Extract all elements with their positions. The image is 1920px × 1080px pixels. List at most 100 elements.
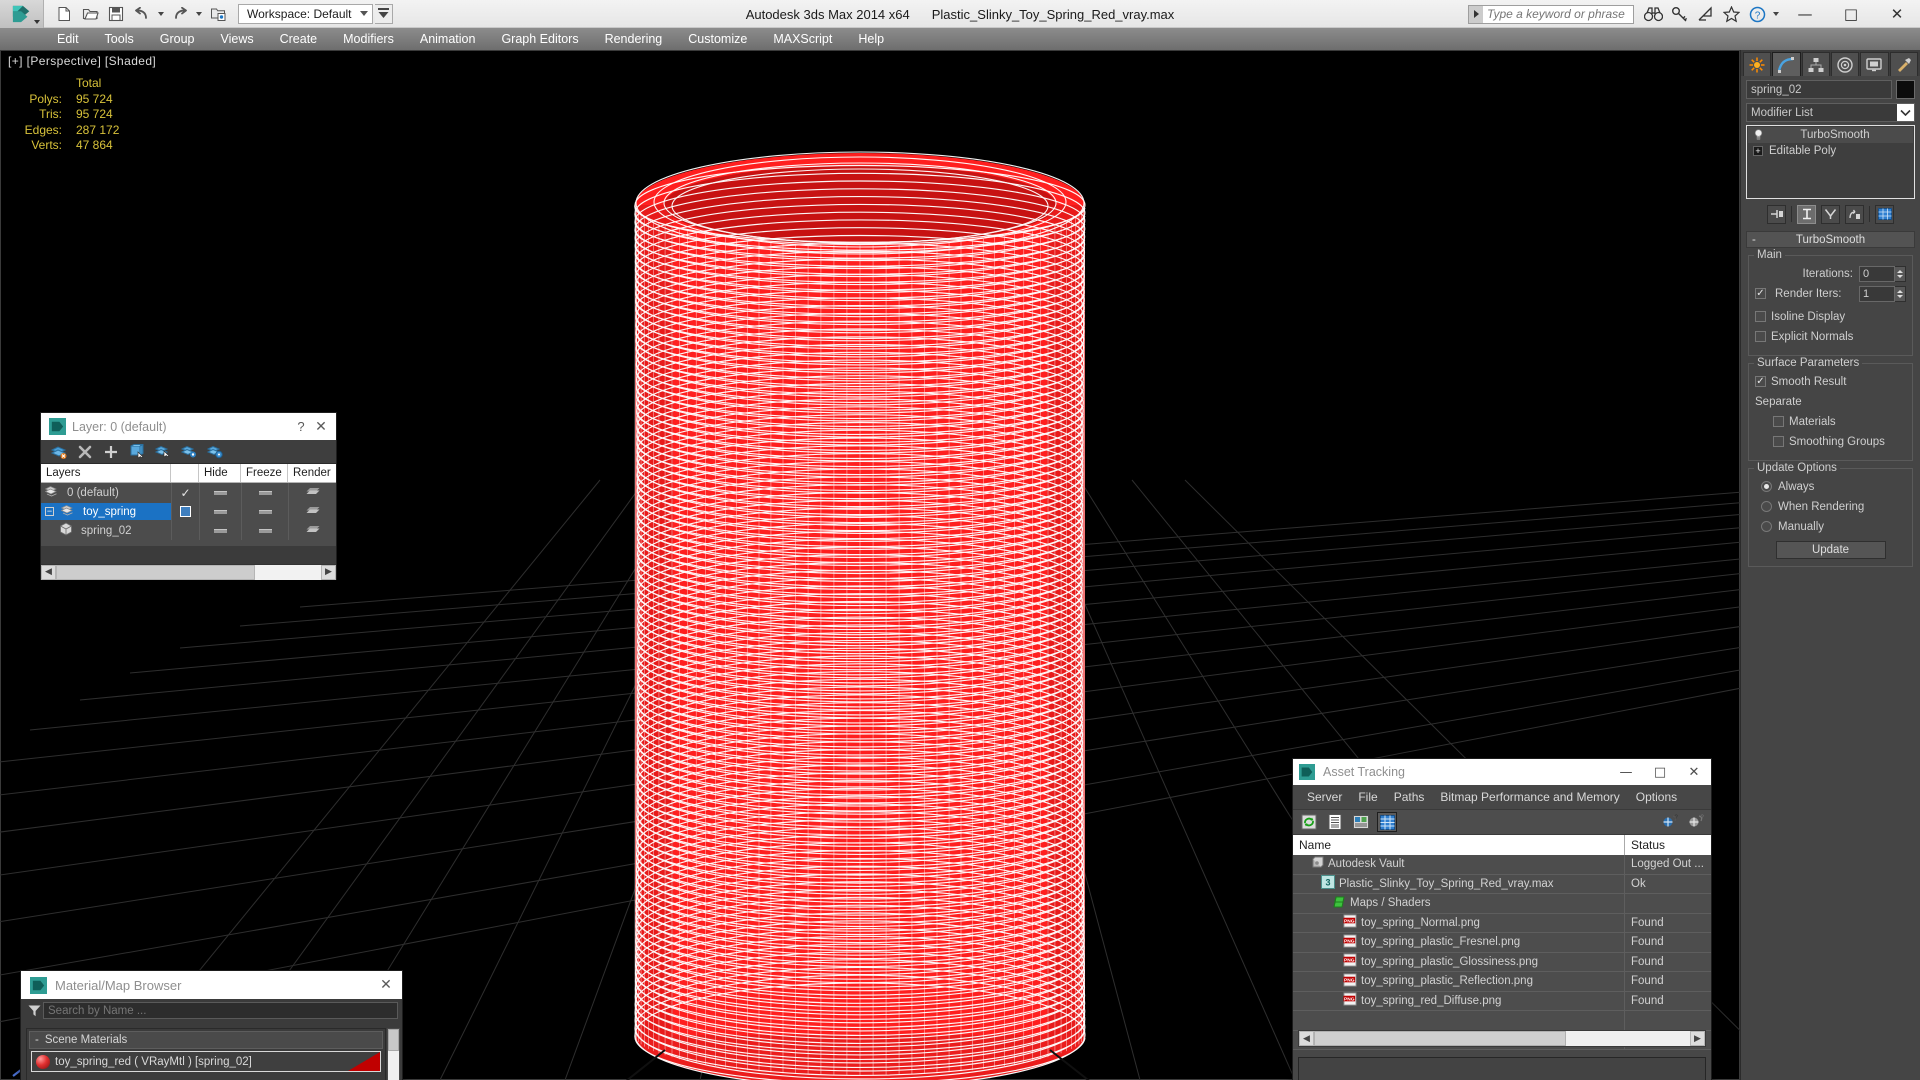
- modifier-stack[interactable]: TurboSmooth+Editable Poly: [1746, 125, 1915, 199]
- layer-freeze-cell[interactable]: [241, 502, 288, 521]
- layer-row[interactable]: 0 (default)✓: [41, 483, 336, 502]
- star-icon[interactable]: [1718, 1, 1744, 27]
- menu-item-animation[interactable]: Animation: [407, 28, 489, 50]
- menu-item-help[interactable]: Help: [845, 28, 897, 50]
- new-file-icon[interactable]: [52, 3, 76, 25]
- asset-row[interactable]: 3Plastic_Slinky_Toy_Spring_Red_vray.maxO…: [1293, 875, 1711, 895]
- redo-dropdown-icon[interactable]: [194, 3, 204, 25]
- iterations-spinner[interactable]: 0: [1859, 266, 1906, 282]
- save-file-icon[interactable]: [104, 3, 128, 25]
- layer-render-cell[interactable]: [288, 521, 336, 540]
- material-browser-close-button[interactable]: ✕: [374, 977, 398, 993]
- layer-row[interactable]: spring_02: [41, 521, 336, 540]
- current-layer-checkbox[interactable]: [180, 506, 191, 517]
- update-always-row[interactable]: Always: [1755, 478, 1906, 495]
- layer-properties-icon[interactable]: [205, 442, 225, 461]
- asset-menu-bitmap-performance-and-memory[interactable]: Bitmap Performance and Memory: [1432, 785, 1627, 809]
- separate-materials-checkbox[interactable]: [1773, 416, 1784, 427]
- asset-tracking-window[interactable]: Asset Tracking — □ ✕ ServerFilePathsBitm…: [1292, 758, 1712, 1080]
- layer-row[interactable]: −toy_spring: [41, 502, 336, 521]
- menu-item-modifiers[interactable]: Modifiers: [330, 28, 407, 50]
- layer-render-cell[interactable]: [288, 502, 336, 521]
- modify-tab[interactable]: [1772, 52, 1800, 76]
- window-close-button[interactable]: ✕: [1874, 0, 1920, 28]
- open-file-icon[interactable]: [78, 3, 102, 25]
- material-list-item[interactable]: toy_spring_red ( VRayMtl ) [spring_02]: [31, 1051, 381, 1072]
- asset-row[interactable]: PNGtoy_spring_Normal.pngFound: [1293, 914, 1711, 934]
- search-expand-icon[interactable]: [1469, 6, 1483, 23]
- update-button[interactable]: Update: [1776, 541, 1886, 559]
- layer-dialog[interactable]: Layer: 0 (default) ? ✕: [40, 412, 337, 580]
- help-dropdown-icon[interactable]: [1770, 1, 1782, 27]
- update-manually-radio[interactable]: [1761, 521, 1772, 532]
- modifier-stack-item[interactable]: TurboSmooth: [1748, 127, 1913, 143]
- explicit-normals-row[interactable]: Explicit Normals: [1755, 328, 1906, 345]
- select-objects-in-layer-icon[interactable]: [153, 442, 173, 461]
- lightbulb-icon[interactable]: [1751, 129, 1765, 141]
- isoline-display-checkbox[interactable]: [1755, 311, 1766, 322]
- asset-table-body[interactable]: Autodesk VaultLogged Out ...3Plastic_Sli…: [1293, 855, 1711, 1050]
- menu-item-group[interactable]: Group: [147, 28, 208, 50]
- scroll-thumb[interactable]: [56, 565, 255, 580]
- menu-item-rendering[interactable]: Rendering: [592, 28, 676, 50]
- asset-row[interactable]: Maps / Shaders: [1293, 894, 1711, 914]
- filter-funnel-icon[interactable]: [25, 1005, 43, 1017]
- asset-row[interactable]: PNGtoy_spring_plastic_Reflection.pngFoun…: [1293, 972, 1711, 992]
- asset-menu-server[interactable]: Server: [1299, 785, 1350, 809]
- asset-scroll-left-icon[interactable]: ◀: [1299, 1031, 1314, 1046]
- asset-row[interactable]: PNGtoy_spring_plastic_Fresnel.pngFound: [1293, 933, 1711, 953]
- layer-current-cell[interactable]: ✓: [171, 483, 199, 502]
- chevron-down-icon[interactable]: [1897, 104, 1914, 121]
- scroll-track[interactable]: [56, 565, 321, 580]
- explicit-normals-checkbox[interactable]: [1755, 331, 1766, 342]
- asset-row[interactable]: PNGtoy_spring_red_Diffuse.pngFound: [1293, 992, 1711, 1012]
- group-expander-icon[interactable]: -: [35, 1034, 39, 1046]
- asset-row-name[interactable]: Maps / Shaders: [1293, 894, 1625, 913]
- asset-scroll-right-icon[interactable]: ▶: [1690, 1031, 1705, 1046]
- object-name-field[interactable]: spring_02: [1746, 80, 1892, 99]
- iterations-spinner-arrows[interactable]: [1895, 266, 1906, 282]
- asset-minimize-button[interactable]: —: [1609, 759, 1643, 785]
- menu-item-create[interactable]: Create: [267, 28, 331, 50]
- help-question-icon[interactable]: ?: [1744, 1, 1770, 27]
- remove-modifier-icon[interactable]: [1845, 205, 1864, 224]
- iterations-value[interactable]: 0: [1859, 266, 1895, 282]
- layer-hide-cell[interactable]: [199, 521, 241, 540]
- plus-expander-icon[interactable]: +: [1753, 146, 1763, 156]
- app-menu-button[interactable]: [0, 0, 44, 28]
- modifier-list-dropdown[interactable]: Modifier List: [1746, 103, 1915, 122]
- utilities-tab[interactable]: [1890, 52, 1918, 76]
- menu-item-maxscript[interactable]: MAXScript: [760, 28, 845, 50]
- layer-current-cell[interactable]: [171, 521, 199, 540]
- separate-materials-row[interactable]: Materials: [1773, 413, 1906, 430]
- asset-close-button[interactable]: ✕: [1677, 759, 1711, 785]
- list-view-icon[interactable]: [1325, 812, 1345, 832]
- layer-row-name-cell[interactable]: −toy_spring: [41, 503, 171, 520]
- workspace-menu-button[interactable]: [375, 4, 393, 24]
- object-color-swatch[interactable]: [1896, 80, 1915, 99]
- show-end-result-icon[interactable]: [1797, 205, 1816, 224]
- layer-dialog-help-button[interactable]: ?: [292, 419, 310, 434]
- update-always-radio[interactable]: [1761, 481, 1772, 492]
- asset-row-name[interactable]: 3Plastic_Slinky_Toy_Spring_Red_vray.max: [1293, 875, 1625, 894]
- scroll-right-arrow-icon[interactable]: ▶: [321, 565, 336, 580]
- asset-row-name[interactable]: [1293, 1011, 1625, 1030]
- display-tab[interactable]: [1860, 52, 1888, 76]
- info-center-search[interactable]: [1468, 5, 1634, 24]
- material-group-header[interactable]: - Scene Materials: [29, 1031, 383, 1049]
- asset-row-name[interactable]: PNGtoy_spring_plastic_Glossiness.png: [1293, 953, 1625, 972]
- grid-view-icon[interactable]: [1377, 812, 1397, 832]
- delete-layer-icon[interactable]: [49, 442, 69, 461]
- add-selection-to-layer-icon[interactable]: [127, 442, 147, 461]
- asset-scroll-thumb[interactable]: [1314, 1031, 1566, 1046]
- layer-row-name-cell[interactable]: spring_02: [41, 522, 171, 539]
- layer-freeze-cell[interactable]: [241, 483, 288, 502]
- asset-row-name[interactable]: Autodesk Vault: [1293, 855, 1625, 874]
- vault-logout-icon[interactable]: ?: [1685, 812, 1705, 832]
- asset-row[interactable]: PNGtoy_spring_plastic_Glossiness.pngFoun…: [1293, 953, 1711, 973]
- material-scroll-thumb[interactable]: [388, 1029, 399, 1051]
- layer-expander-icon[interactable]: −: [45, 507, 54, 516]
- menu-item-edit[interactable]: Edit: [44, 28, 92, 50]
- remove-layer-icon[interactable]: [75, 442, 95, 461]
- material-search-input[interactable]: [43, 1002, 398, 1019]
